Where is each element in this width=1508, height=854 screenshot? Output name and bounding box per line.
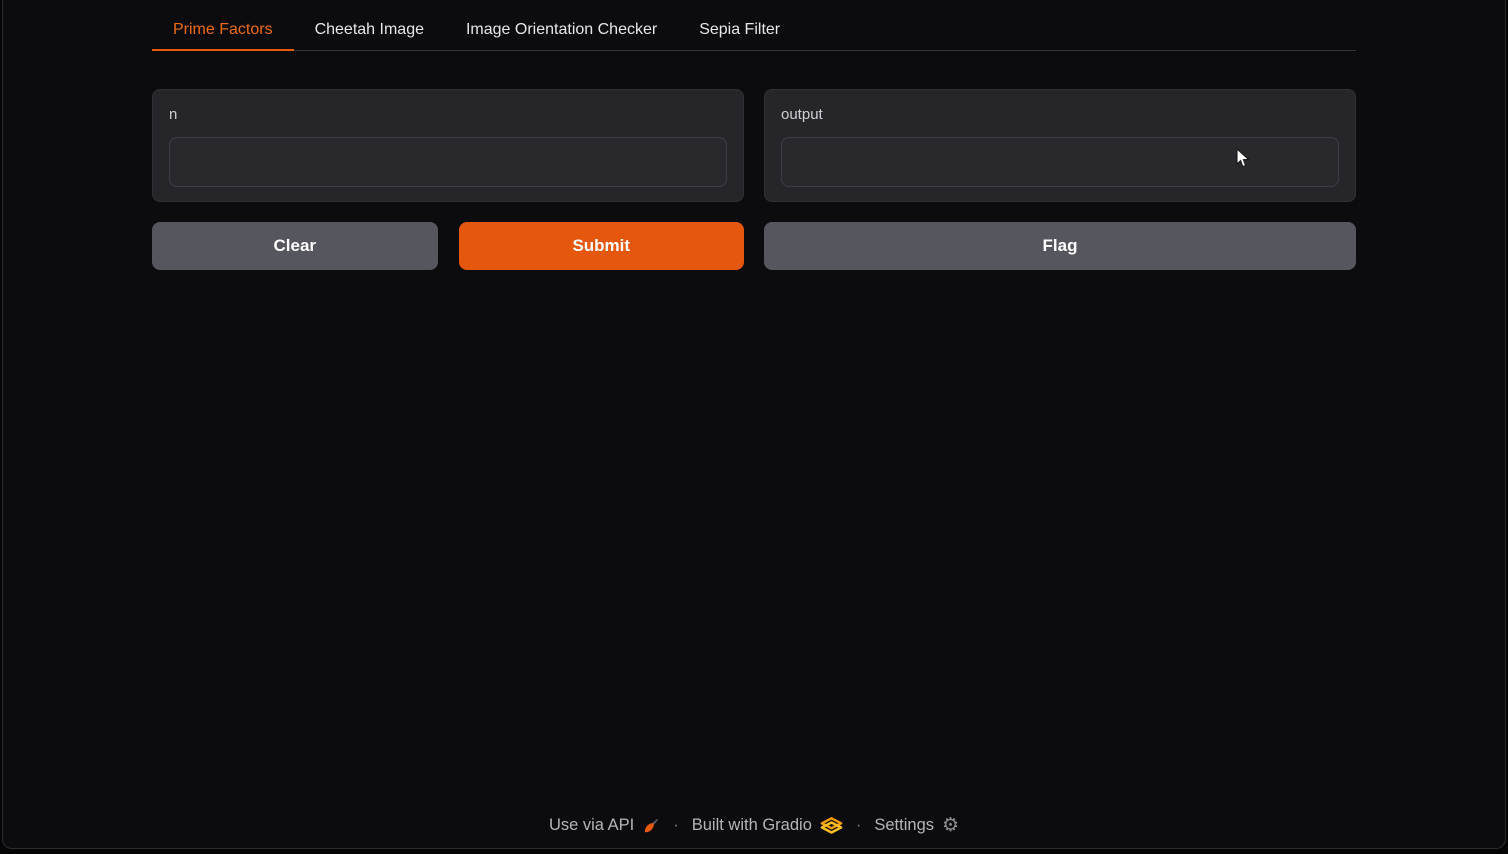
- footer-separator: ·: [669, 816, 683, 835]
- built-with-gradio-link[interactable]: Built with Gradio: [692, 816, 843, 835]
- gear-icon: ⚙: [942, 816, 959, 835]
- gradio-app: Prime Factors Cheetah Image Image Orient…: [152, 10, 1356, 270]
- flag-button[interactable]: Flag: [764, 222, 1356, 270]
- use-via-api-link[interactable]: Use via API: [549, 816, 660, 835]
- rocket-icon: [642, 817, 660, 835]
- output-label: output: [781, 104, 1339, 128]
- tab-image-orientation-checker[interactable]: Image Orientation Checker: [445, 10, 678, 50]
- output-panel: output: [764, 89, 1356, 202]
- submit-button[interactable]: Submit: [459, 222, 745, 270]
- gradio-logo-icon: [820, 816, 843, 835]
- gradio-footer: Use via API · Built with Gradio · Settin…: [0, 816, 1508, 835]
- use-via-api-label: Use via API: [549, 816, 634, 835]
- tab-panel-prime-factors: n output Clear Submit Flag: [152, 89, 1356, 270]
- tab-bar: Prime Factors Cheetah Image Image Orient…: [152, 10, 1356, 51]
- output-textbox[interactable]: [781, 137, 1339, 187]
- input-label: n: [169, 104, 727, 128]
- input-panel: n: [152, 89, 744, 202]
- built-with-gradio-label: Built with Gradio: [692, 816, 812, 835]
- tab-prime-factors[interactable]: Prime Factors: [152, 10, 294, 51]
- clear-button[interactable]: Clear: [152, 222, 438, 270]
- settings-label: Settings: [874, 816, 934, 835]
- footer-separator: ·: [852, 816, 866, 835]
- n-input[interactable]: [169, 137, 727, 187]
- tab-sepia-filter[interactable]: Sepia Filter: [678, 10, 801, 50]
- settings-link[interactable]: Settings ⚙: [874, 816, 959, 835]
- tab-cheetah-image[interactable]: Cheetah Image: [294, 10, 445, 50]
